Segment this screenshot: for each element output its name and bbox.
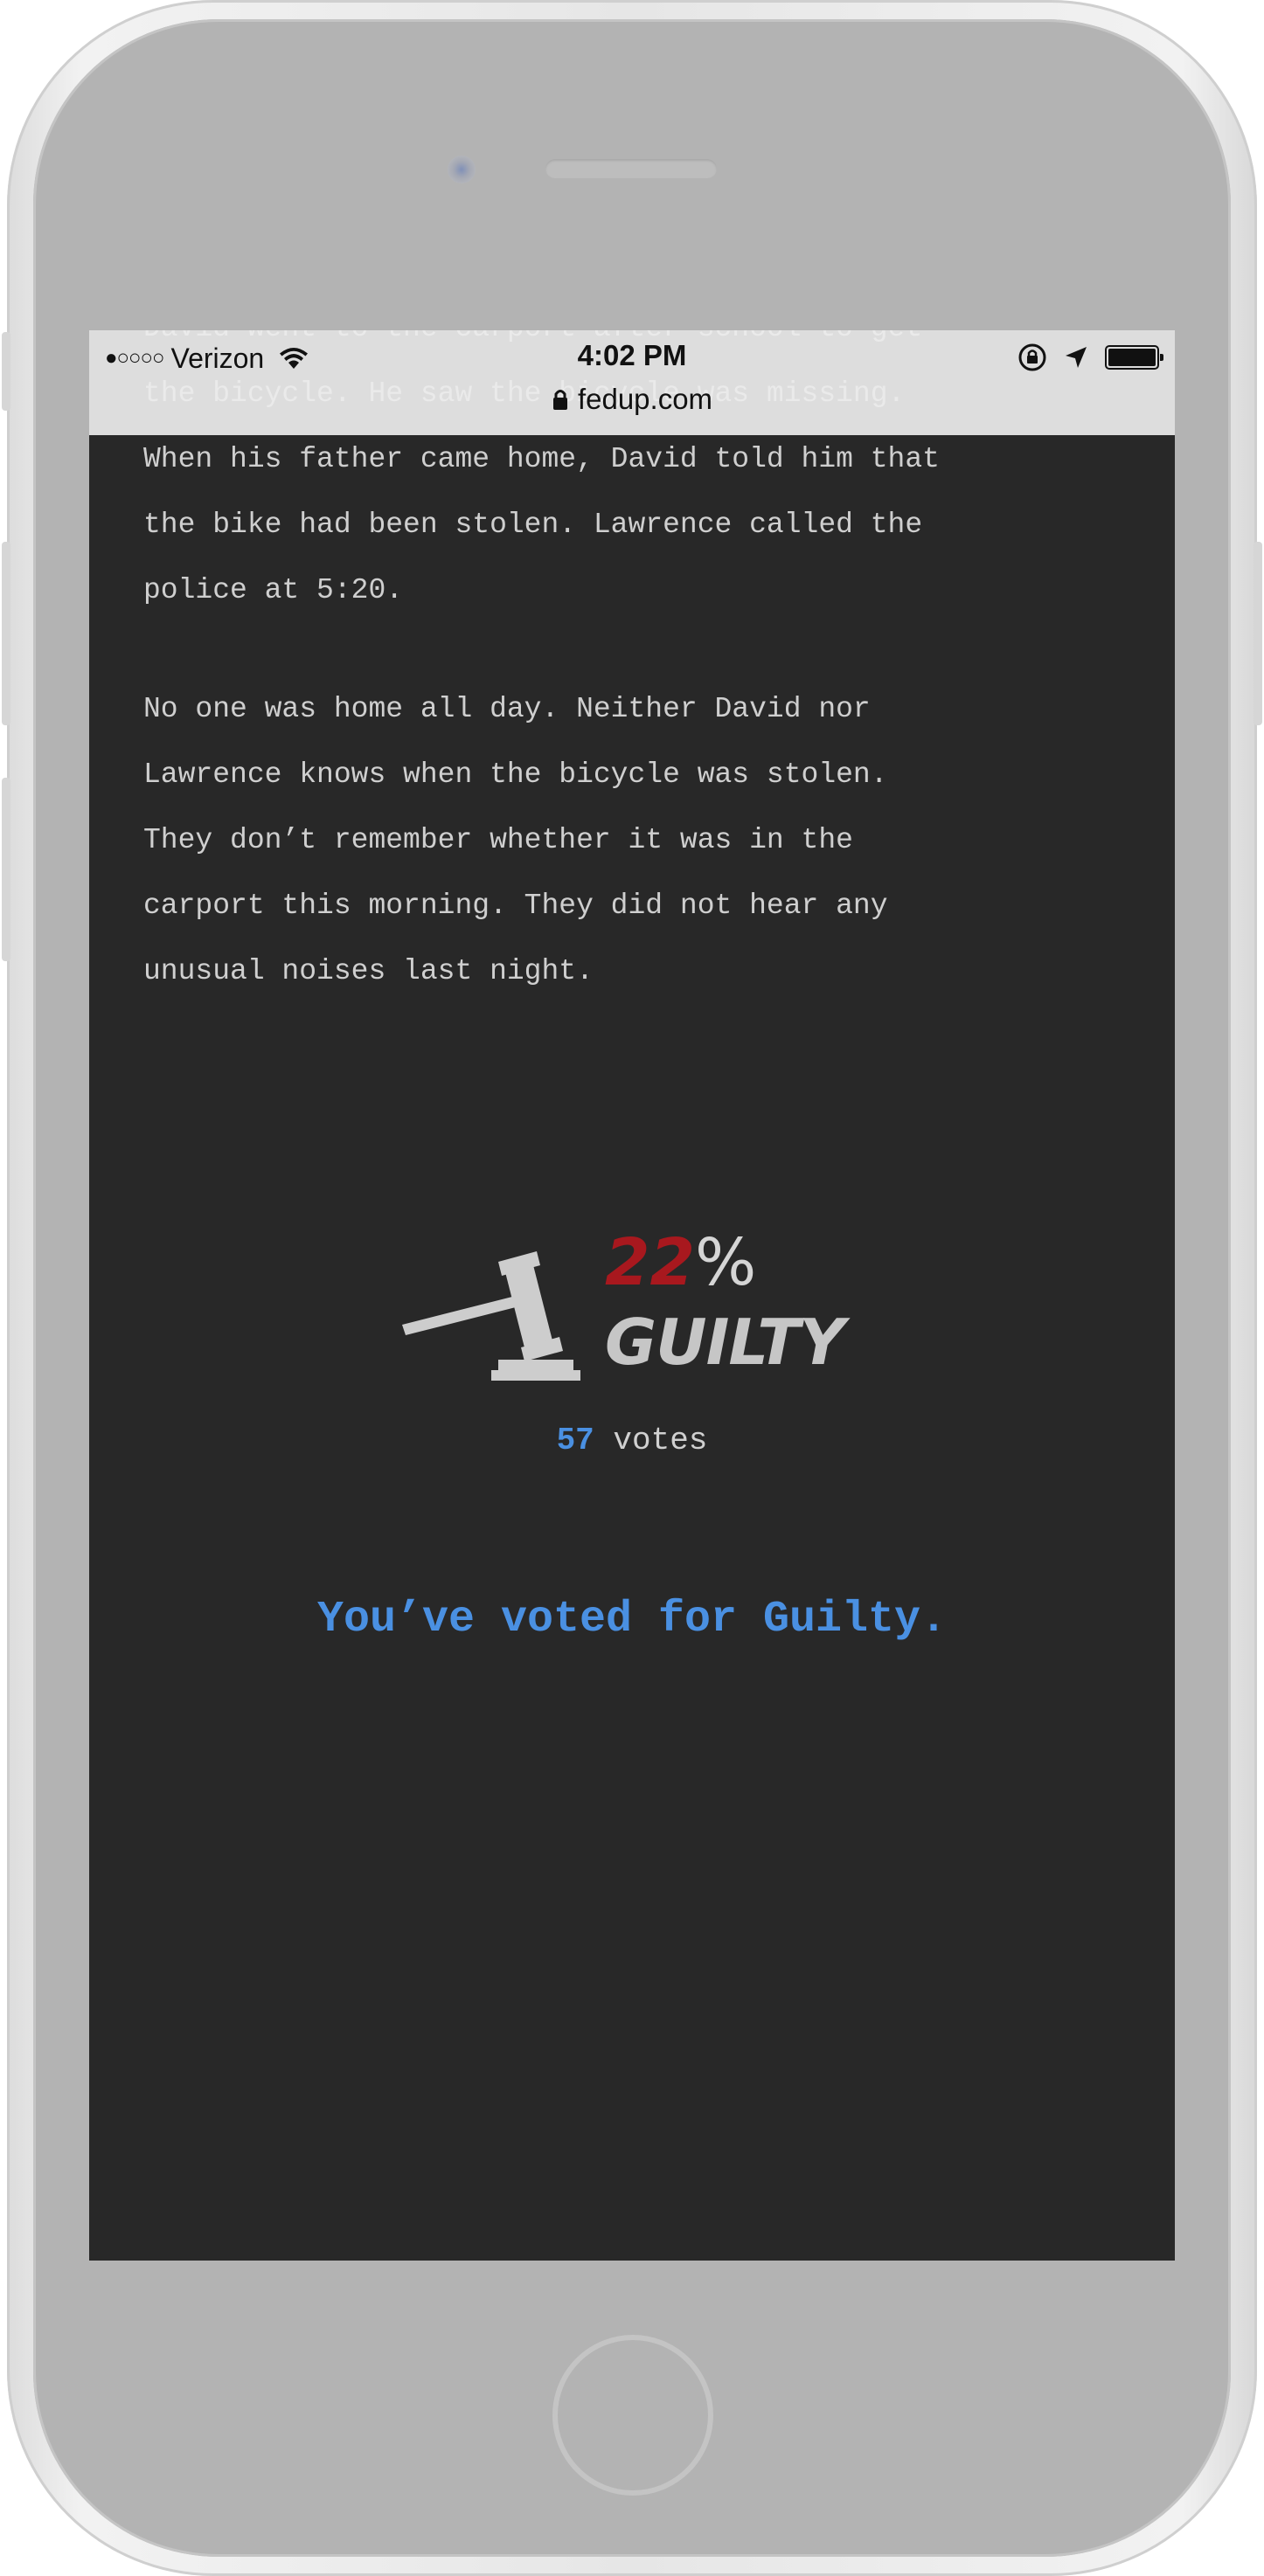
silent-switch xyxy=(2,332,10,411)
verdict-label: GUILTY xyxy=(605,1305,845,1379)
gavel-icon xyxy=(402,1251,580,1381)
front-camera xyxy=(448,156,476,184)
lock-icon xyxy=(552,390,567,410)
guilty-percentage: 22% xyxy=(605,1230,756,1295)
volume-down-button xyxy=(2,778,10,961)
status-icons xyxy=(1017,343,1163,372)
votes-label: votes xyxy=(613,1423,708,1458)
vote-count: 57 votes xyxy=(89,1423,1175,1458)
location-arrow-icon xyxy=(1066,347,1087,368)
battery-level xyxy=(1108,349,1156,366)
earpiece-speaker xyxy=(545,159,717,178)
volume-up-button xyxy=(2,542,10,725)
percent-sign: % xyxy=(694,1225,757,1300)
power-button xyxy=(1254,542,1262,725)
status-bar: ●○○○○ Verizon 4:02 PM fedup.com xyxy=(89,330,1175,435)
screen: ●○○○○ Verizon 4:02 PM fedup.com When his… xyxy=(89,330,1175,2261)
voted-message: You’ve voted for Guilty. xyxy=(316,1595,948,1645)
story-text: David went to the carport after school t… xyxy=(143,330,1131,1057)
votes-number: 57 xyxy=(556,1423,594,1458)
address-bar[interactable]: fedup.com xyxy=(89,383,1175,416)
battery-icon xyxy=(1105,345,1163,370)
percentage-value: 22 xyxy=(605,1225,695,1300)
status-time: 4:02 PM xyxy=(577,339,687,371)
rotation-lock-icon xyxy=(1018,343,1046,371)
story-paragraph: No one was home all day. Neither David n… xyxy=(143,693,888,987)
home-button[interactable] xyxy=(552,2335,713,2496)
vote-result: 22% GUILTY xyxy=(89,1230,1175,1414)
url-text: fedup.com xyxy=(577,383,713,415)
